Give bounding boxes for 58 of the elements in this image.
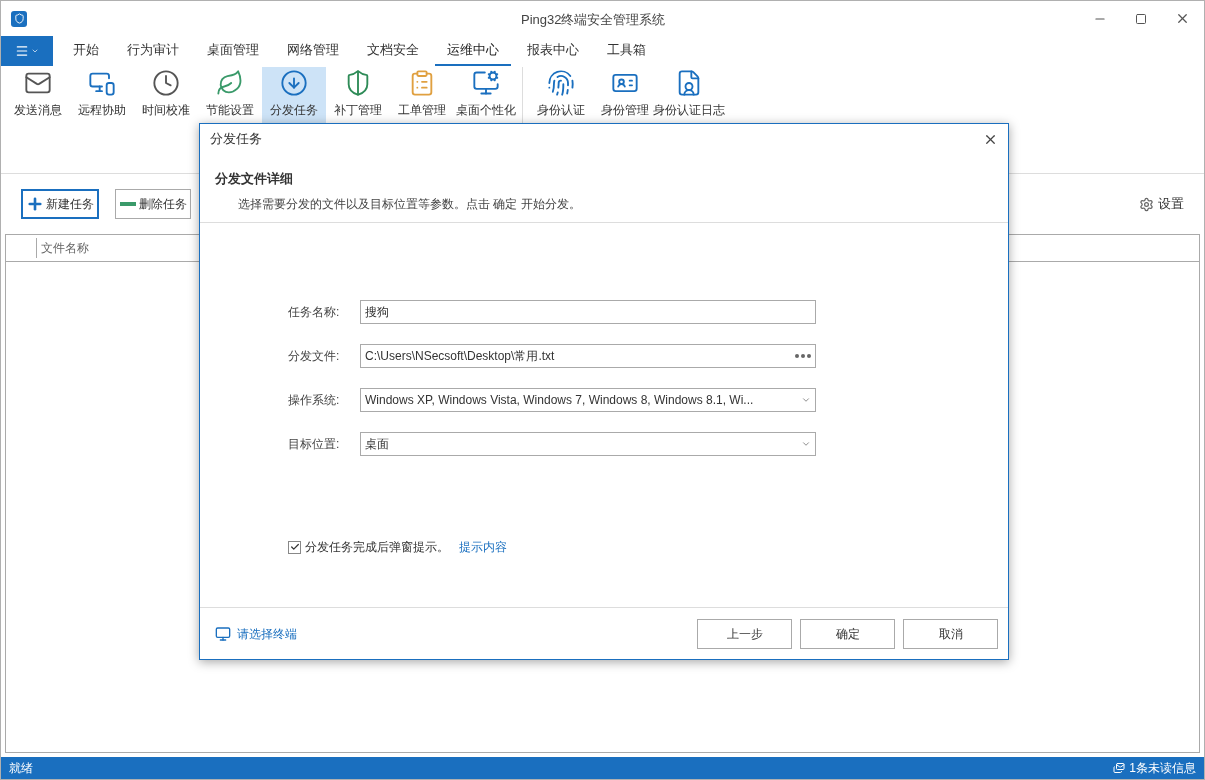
ribbon-tab[interactable]: 运维中心	[435, 36, 511, 66]
close-icon[interactable]	[1175, 11, 1190, 26]
ribbon-tab[interactable]: 开始	[61, 36, 111, 66]
minus-icon	[120, 202, 136, 206]
menu-icon	[15, 44, 29, 58]
caret-icon	[31, 47, 39, 55]
message-icon	[1113, 762, 1126, 774]
section-description: 选择需要分发的文件以及目标位置等参数。点击 确定 开始分发。	[238, 195, 582, 213]
ribbon-button[interactable]: 工单管理	[390, 67, 454, 123]
dropdown-field[interactable]: 桌面	[360, 432, 816, 456]
fingerprint-icon	[547, 69, 575, 97]
settings-icon	[1139, 196, 1154, 212]
dropdown-field[interactable]: Windows XP, Windows Vista, Windows 7, Windows 8, Windows 8.1, Wi...	[360, 388, 816, 412]
ribbon-button[interactable]: 身份认证	[529, 67, 593, 123]
ribbon-tab[interactable]: 工具箱	[595, 36, 658, 66]
delete-task-button[interactable]: 删除任务	[115, 189, 191, 219]
dialog-button[interactable]: 上一步	[697, 618, 792, 649]
checkbox-label[interactable]: 分发任务完成后弹窗提示。	[305, 538, 449, 556]
settings-button[interactable]: 设置	[1139, 194, 1184, 214]
ribbon-button[interactable]: 发送消息	[6, 67, 70, 123]
monitor-icon	[472, 69, 500, 97]
dialog-button[interactable]: 确定	[800, 618, 895, 649]
ribbon-button[interactable]: 远程协助	[70, 67, 134, 123]
status-text: 就绪	[9, 760, 33, 777]
ribbon-button[interactable]: 节能设置	[198, 67, 262, 123]
dialog-title: 分发任务	[210, 130, 262, 149]
field-label: 操作系统:	[288, 392, 341, 409]
ribbon-tab[interactable]: 报表中心	[515, 36, 591, 66]
monitor-icon	[215, 625, 231, 642]
field-label: 目标位置:	[288, 436, 341, 453]
ribbon-button[interactable]: 补丁管理	[326, 67, 390, 123]
ribbon-tab[interactable]: 文档安全	[355, 36, 431, 66]
ribbon-tab[interactable]: 桌面管理	[195, 36, 271, 66]
browse-dots-icon[interactable]	[795, 354, 811, 358]
unread-messages-text[interactable]: 1条未读信息	[1129, 759, 1196, 777]
maximize-icon[interactable]	[1135, 12, 1147, 25]
plus-icon	[26, 195, 44, 213]
column-header[interactable]: 文件名称	[36, 238, 89, 258]
field-label: 任务名称:	[288, 304, 341, 321]
input-field[interactable]: 搜狗	[360, 300, 816, 324]
leaf-icon	[216, 69, 244, 97]
section-heading: 分发文件详细	[215, 170, 294, 188]
field-label: 分发文件:	[288, 348, 341, 365]
ribbon-tab[interactable]: 网络管理	[275, 36, 351, 66]
select-terminal-link[interactable]: 请选择终端	[237, 624, 297, 643]
ribbon-tab[interactable]: 行为审计	[115, 36, 191, 66]
ribbon-button[interactable]: 分发任务	[262, 67, 326, 123]
dialog-button[interactable]: 取消	[903, 618, 998, 649]
download-icon	[280, 69, 308, 97]
checkbox[interactable]	[288, 540, 301, 554]
app-logo-icon	[11, 10, 27, 27]
clock-icon	[152, 69, 180, 97]
input-field[interactable]: C:\Users\NSecsoft\Desktop\常用.txt	[360, 344, 816, 368]
window-title: Ping32终端安全管理系统	[521, 11, 666, 29]
ribbon-button[interactable]: 桌面个性化	[454, 67, 518, 123]
new-task-button[interactable]: 新建任务	[21, 189, 99, 219]
prompt-content-link[interactable]: 提示内容	[459, 538, 507, 556]
ribbon-button[interactable]: 时间校准	[134, 67, 198, 123]
